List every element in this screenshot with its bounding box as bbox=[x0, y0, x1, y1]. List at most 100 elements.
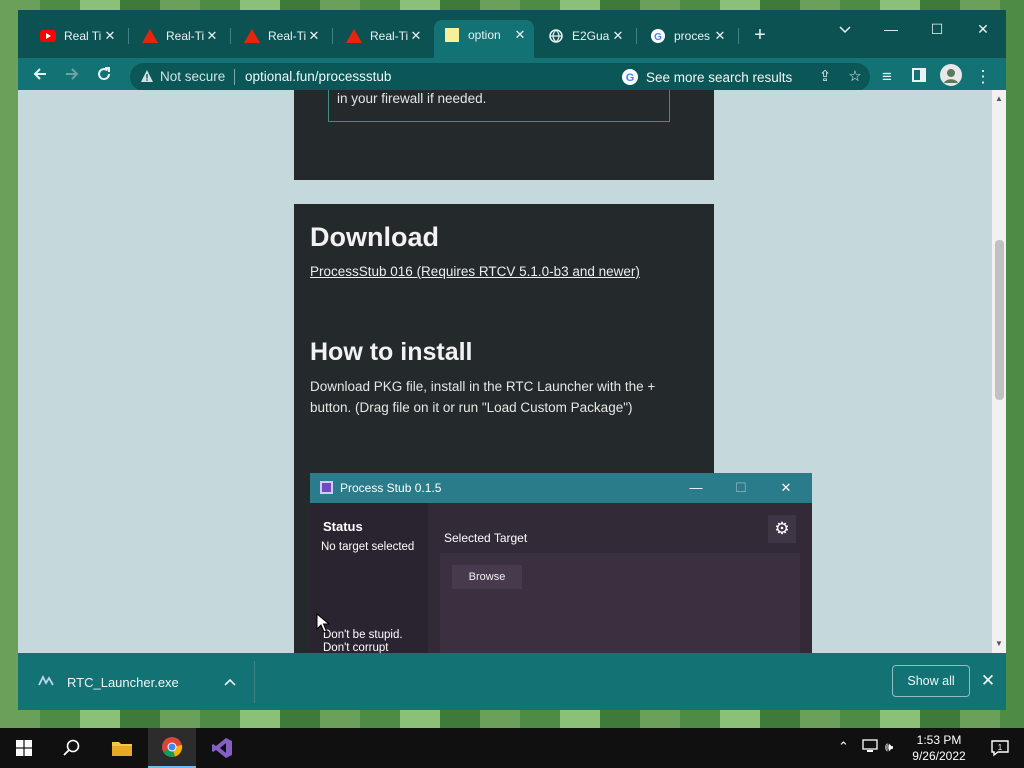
network-icon[interactable] bbox=[862, 739, 878, 756]
app-title-bar: Process Stub 0.1.5 — ☐ ✕ bbox=[310, 473, 812, 503]
maximize-icon: ☐ bbox=[735, 480, 747, 495]
show-all-button[interactable]: Show all bbox=[892, 665, 970, 697]
volume-icon[interactable]: 🕪 bbox=[885, 739, 893, 755]
taskbar: ⌃ 🕪 1:53 PM 9/26/2022 1 bbox=[0, 728, 1024, 768]
svg-text:G: G bbox=[626, 72, 635, 84]
page-scrollbar[interactable]: ▲ ▼ bbox=[992, 90, 1006, 653]
share-icon[interactable]: ⇪ bbox=[816, 68, 834, 86]
chrome-icon[interactable] bbox=[148, 728, 196, 768]
tab-strip: Real Ti ✕ Real-Ti ✕ Real-Ti ✕ Real-Ti ✕ bbox=[18, 10, 1006, 58]
notification-center-icon[interactable]: 1 bbox=[976, 728, 1024, 768]
reload-icon bbox=[98, 67, 111, 81]
tab-separator bbox=[230, 28, 231, 44]
tab-close-icon[interactable]: ✕ bbox=[204, 28, 220, 44]
status-heading: Status bbox=[323, 519, 363, 534]
download-file-name: RTC_Launcher.exe bbox=[67, 675, 179, 690]
warning-triangle-icon bbox=[142, 28, 158, 44]
new-tab-button[interactable]: + bbox=[748, 24, 772, 48]
tab-youtube[interactable]: Real Ti ✕ bbox=[30, 22, 124, 50]
close-icon: ✕ bbox=[780, 480, 792, 495]
chevron-up-icon[interactable] bbox=[220, 672, 240, 692]
bookmark-star-icon[interactable]: ☆ bbox=[846, 68, 864, 86]
browser-window: Real Ti ✕ Real-Ti ✕ Real-Ti ✕ Real-Ti ✕ bbox=[18, 10, 1006, 710]
scroll-down-arrow-icon[interactable]: ▼ bbox=[992, 637, 1006, 651]
close-shelf-icon[interactable]: ✕ bbox=[978, 669, 998, 693]
page-icon bbox=[444, 27, 460, 43]
page-viewport: in your firewall if needed. Download Pro… bbox=[18, 90, 992, 653]
chevron-down-icon bbox=[839, 26, 851, 34]
install-heading: How to install bbox=[310, 338, 473, 366]
google-icon: G bbox=[650, 28, 666, 44]
download-item[interactable]: RTC_Launcher.exe bbox=[34, 662, 252, 702]
tab-close-icon[interactable]: ✕ bbox=[512, 27, 528, 43]
tab-optional-fun[interactable]: option ✕ bbox=[434, 20, 534, 58]
url-text[interactable]: optional.fun/processstub bbox=[245, 69, 391, 84]
app-logo-icon bbox=[320, 481, 333, 494]
selected-target-label: Selected Target bbox=[444, 531, 528, 545]
app-title: Process Stub 0.1.5 bbox=[340, 481, 442, 495]
warning-triangle-icon bbox=[346, 28, 362, 44]
tab-e2guardian[interactable]: E2Guar ✕ bbox=[538, 22, 632, 50]
tab-close-icon[interactable]: ✕ bbox=[408, 28, 424, 44]
install-instructions: Download PKG file, install in the RTC La… bbox=[310, 379, 656, 415]
profile-avatar[interactable] bbox=[938, 64, 964, 90]
reading-list-icon[interactable]: ≡ bbox=[874, 64, 900, 90]
url-divider bbox=[234, 69, 235, 85]
windows-start-icon[interactable] bbox=[0, 728, 48, 768]
tab-close-icon[interactable]: ✕ bbox=[712, 28, 728, 44]
maximize-button[interactable]: ☐ bbox=[922, 16, 952, 42]
chevron-up-icon[interactable]: ⌃ bbox=[838, 739, 849, 755]
tab-real-time-3[interactable]: Real-Ti ✕ bbox=[336, 22, 430, 50]
tab-separator bbox=[636, 28, 637, 44]
scroll-up-arrow-icon[interactable]: ▲ bbox=[992, 92, 1006, 106]
not-secure-label: Not secure bbox=[160, 69, 226, 84]
system-clock[interactable]: 1:53 PM 9/26/2022 bbox=[906, 732, 972, 764]
forward-button[interactable] bbox=[59, 64, 85, 90]
reload-button[interactable] bbox=[91, 64, 117, 90]
status-value: No target selected bbox=[321, 541, 415, 553]
process-stub-screenshot: Process Stub 0.1.5 — ☐ ✕ Status No targe… bbox=[310, 473, 812, 653]
svg-text:G: G bbox=[654, 32, 662, 43]
tab-search-button[interactable] bbox=[830, 16, 860, 42]
close-window-button[interactable]: ✕ bbox=[968, 16, 998, 42]
scrollbar-thumb[interactable] bbox=[995, 240, 1004, 400]
file-explorer-icon[interactable] bbox=[98, 728, 146, 768]
svg-text:1: 1 bbox=[998, 743, 1003, 752]
arrow-right-icon bbox=[66, 68, 79, 80]
tab-close-icon[interactable]: ✕ bbox=[102, 28, 118, 44]
download-heading: Download bbox=[310, 222, 439, 252]
search-icon[interactable] bbox=[48, 728, 96, 768]
app-main-panel: Selected Target ⚙ Browse bbox=[428, 503, 812, 653]
address-bar[interactable]: Not secure optional.fun/processstub G Se… bbox=[130, 63, 870, 91]
download-link[interactable]: ProcessStub 016 (Requires RTCV 5.1.0-b3 … bbox=[310, 264, 640, 279]
warning-triangle-icon bbox=[244, 28, 260, 44]
tab-close-icon[interactable]: ✕ bbox=[306, 28, 322, 44]
minimize-icon: — bbox=[689, 480, 703, 495]
target-panel: Browse bbox=[440, 553, 800, 653]
tab-separator bbox=[128, 28, 129, 44]
firewall-note: in your firewall if needed. bbox=[337, 91, 487, 106]
tab-separator bbox=[332, 28, 333, 44]
tab-real-time-2[interactable]: Real-Ti ✕ bbox=[234, 22, 328, 50]
tab-close-icon[interactable]: ✕ bbox=[610, 28, 626, 44]
arrow-left-icon bbox=[33, 68, 46, 80]
note-box: in your firewall if needed. bbox=[328, 90, 670, 122]
shelf-divider bbox=[254, 661, 255, 703]
search-chip[interactable]: G See more search results bbox=[622, 69, 792, 85]
youtube-icon bbox=[40, 28, 56, 44]
warning-text: Don't be stupid. Don't corrupt bbox=[323, 629, 403, 653]
menu-kebab-icon[interactable]: ⋮ bbox=[970, 64, 996, 90]
tab-real-time-1[interactable]: Real-Ti ✕ bbox=[132, 22, 226, 50]
minimize-button[interactable]: — bbox=[876, 16, 906, 42]
side-panel-icon[interactable] bbox=[906, 64, 932, 90]
download-shelf: RTC_Launcher.exe Show all ✕ bbox=[18, 653, 1006, 710]
mouse-cursor-icon bbox=[316, 613, 330, 633]
visual-studio-icon[interactable] bbox=[198, 728, 246, 768]
browse-button: Browse bbox=[452, 565, 522, 589]
google-icon: G bbox=[622, 69, 638, 85]
back-button[interactable] bbox=[27, 64, 53, 90]
tab-google-search[interactable]: G proces ✕ bbox=[640, 22, 734, 50]
globe-icon bbox=[548, 28, 564, 44]
gear-icon: ⚙ bbox=[768, 515, 796, 543]
warning-icon bbox=[141, 70, 153, 82]
